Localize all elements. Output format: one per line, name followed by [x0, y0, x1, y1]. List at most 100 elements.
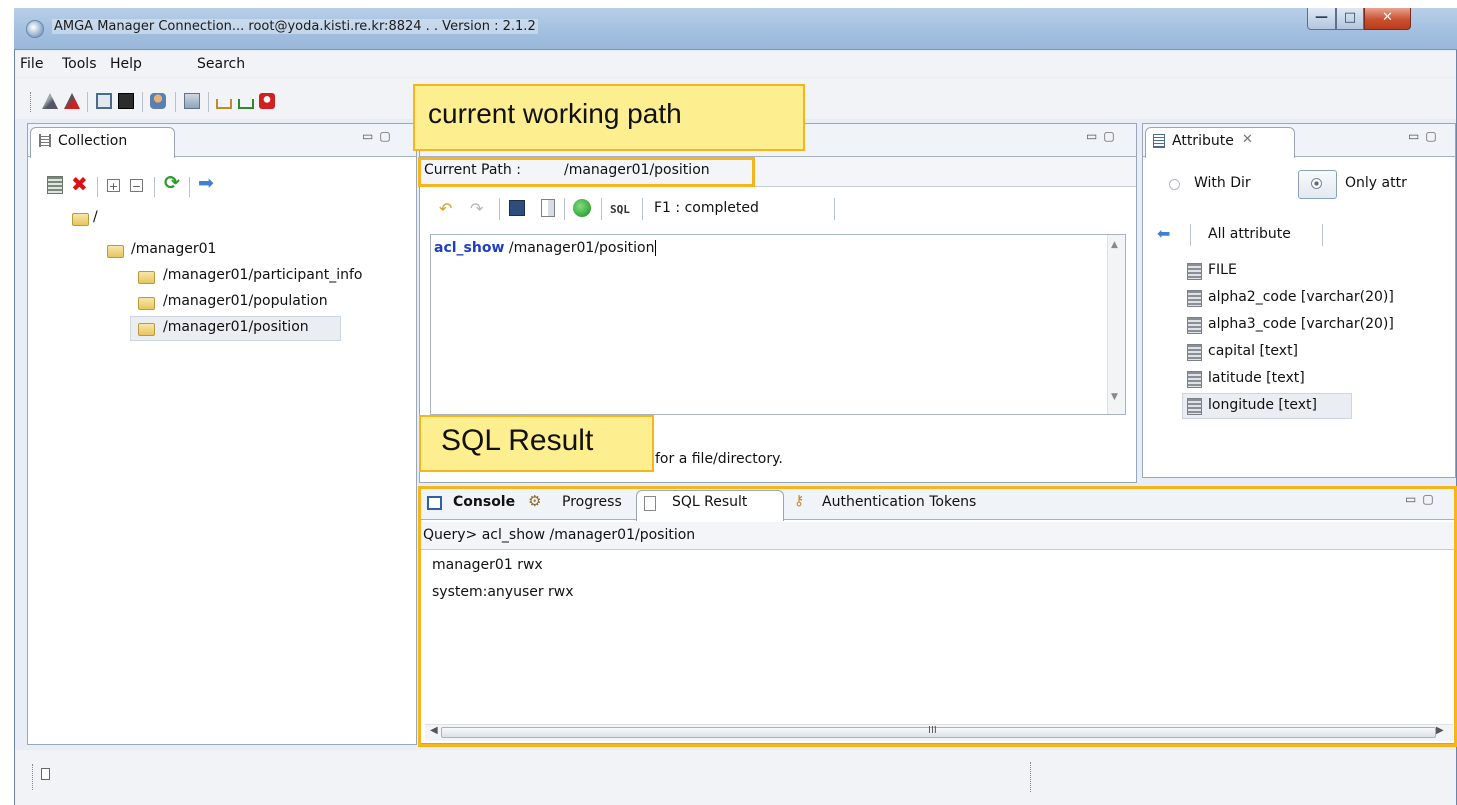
toolbar-separator	[189, 177, 190, 197]
table-icon	[1187, 344, 1202, 361]
query-argument: /manager01/position	[504, 240, 655, 256]
undo-icon[interactable]: ↶	[439, 199, 452, 218]
toolbar-separator	[175, 92, 176, 112]
bottom-panel-highlight	[418, 486, 1457, 747]
copy-icon[interactable]	[541, 199, 555, 217]
maximize-button[interactable]: □	[1336, 8, 1364, 30]
fast-view-icon[interactable]	[41, 768, 50, 780]
attribute-item[interactable]: alpha2_code [varchar(20)]	[1208, 289, 1394, 305]
folder-icon	[138, 323, 155, 336]
collection-icon	[39, 134, 51, 147]
expand-all-icon[interactable]: +	[107, 179, 120, 193]
toolbar-separator	[154, 177, 155, 197]
refresh-icon[interactable]: ⟳	[164, 172, 180, 194]
table-icon	[1187, 263, 1202, 280]
attribute-minmax-icons[interactable]: ▭▢	[1408, 129, 1443, 143]
redo-icon[interactable]: ↷	[470, 199, 483, 218]
folder-icon	[138, 271, 155, 284]
annotation-working-path-text: current working path	[428, 98, 682, 129]
import-icon[interactable]	[216, 99, 232, 109]
collapse-all-icon[interactable]: −	[130, 179, 143, 193]
tree-item-root[interactable]: /	[93, 209, 98, 225]
radio-with-dir[interactable]	[1169, 179, 1180, 190]
attribute-tab-label: Attribute	[1172, 133, 1234, 149]
tree-item-manager01[interactable]: /manager01	[131, 241, 216, 257]
annotation-sql-result-text: SQL Result	[441, 424, 594, 457]
add-collection-icon[interactable]	[47, 176, 63, 194]
attribute-icon	[1153, 134, 1165, 148]
users-icon[interactable]	[150, 93, 166, 109]
toolbar-separator	[208, 92, 209, 112]
delete-icon[interactable]: ✖	[71, 172, 88, 196]
folder-icon	[72, 213, 89, 226]
run-icon[interactable]	[573, 199, 591, 217]
toolbar-separator	[499, 198, 500, 220]
toolbar-separator	[834, 198, 835, 220]
table-icon	[1187, 371, 1202, 388]
editor-hint: for a file/directory.	[655, 451, 783, 467]
minimize-button[interactable]: —	[1307, 8, 1336, 30]
scroll-up-icon[interactable]: ▲	[1111, 240, 1118, 250]
sql-button[interactable]: SQL	[610, 203, 630, 216]
scroll-down-icon[interactable]: ▼	[1111, 392, 1118, 402]
with-dir-label: With Dir	[1194, 175, 1251, 191]
text-cursor	[655, 240, 657, 256]
window-icon[interactable]	[96, 93, 112, 109]
tree-item-participant-info[interactable]: /manager01/participant_info	[163, 267, 362, 283]
toolbar-separator	[1322, 224, 1323, 246]
close-button[interactable]: ✕	[1364, 8, 1411, 30]
attribute-item[interactable]: capital [text]	[1208, 343, 1298, 359]
attribute-item[interactable]: longitude [text]	[1208, 397, 1317, 413]
minimize-icon: —	[1315, 10, 1328, 25]
menu-search[interactable]: Search	[197, 56, 245, 72]
close-tab-icon[interactable]: ✕	[1242, 132, 1253, 147]
server-icon[interactable]	[184, 93, 200, 109]
only-attr-label: Only attr	[1345, 175, 1407, 191]
table-icon	[1187, 290, 1202, 307]
attribute-item[interactable]: latitude [text]	[1208, 370, 1305, 386]
editor-minmax-icons[interactable]: ▭▢	[1086, 129, 1121, 143]
toolbar-separator	[564, 198, 565, 220]
export-icon[interactable]	[238, 99, 254, 109]
security-icon[interactable]	[259, 93, 275, 109]
close-icon: ✕	[1382, 10, 1393, 25]
menu-help[interactable]: Help	[110, 56, 142, 72]
attribute-item[interactable]: FILE	[1208, 262, 1237, 278]
editor-scrollbar[interactable]	[1107, 235, 1125, 414]
go-icon[interactable]: ➡	[198, 172, 214, 194]
table-icon	[1187, 317, 1202, 334]
console-icon[interactable]	[118, 93, 134, 109]
all-attribute-button[interactable]: All attribute	[1208, 226, 1291, 242]
toolbar-separator	[642, 198, 643, 220]
window-title: AMGA Manager Connection... root@yoda.kis…	[52, 19, 538, 34]
status-separator	[1030, 762, 1033, 792]
folder-icon	[107, 245, 124, 258]
status-grip	[32, 764, 35, 790]
save-icon[interactable]	[509, 200, 525, 216]
toolbar-separator	[1190, 224, 1191, 246]
collection-tab-label: Collection	[58, 133, 128, 149]
query-editor[interactable]	[430, 234, 1126, 415]
toolbar-separator	[601, 198, 602, 220]
editor-status: F1 : completed	[654, 200, 759, 216]
collection-tree	[37, 206, 414, 742]
current-path-highlight	[418, 157, 755, 187]
back-icon[interactable]: ⬅	[1157, 224, 1170, 243]
collection-minmax-icons[interactable]: ▭▢	[362, 129, 397, 143]
tree-item-population[interactable]: /manager01/population	[163, 293, 328, 309]
toolbar-separator	[87, 92, 88, 112]
menu-tools[interactable]: Tools	[62, 56, 97, 72]
query-keyword: acl_show	[434, 240, 505, 256]
query-text[interactable]: acl_show /manager01/position	[434, 240, 657, 256]
attribute-item[interactable]: alpha3_code [varchar(20)]	[1208, 316, 1394, 332]
toolbar-grip	[30, 92, 33, 112]
maximize-icon: □	[1343, 10, 1357, 25]
toolbar-separator	[97, 177, 98, 197]
radio-only-attr[interactable]	[1311, 178, 1322, 189]
status-bar	[15, 750, 1456, 805]
folder-icon	[138, 297, 155, 310]
app-icon	[26, 20, 44, 38]
menu-file[interactable]: File	[20, 56, 43, 72]
table-icon	[1187, 398, 1202, 415]
tree-item-position[interactable]: /manager01/position	[163, 319, 309, 335]
